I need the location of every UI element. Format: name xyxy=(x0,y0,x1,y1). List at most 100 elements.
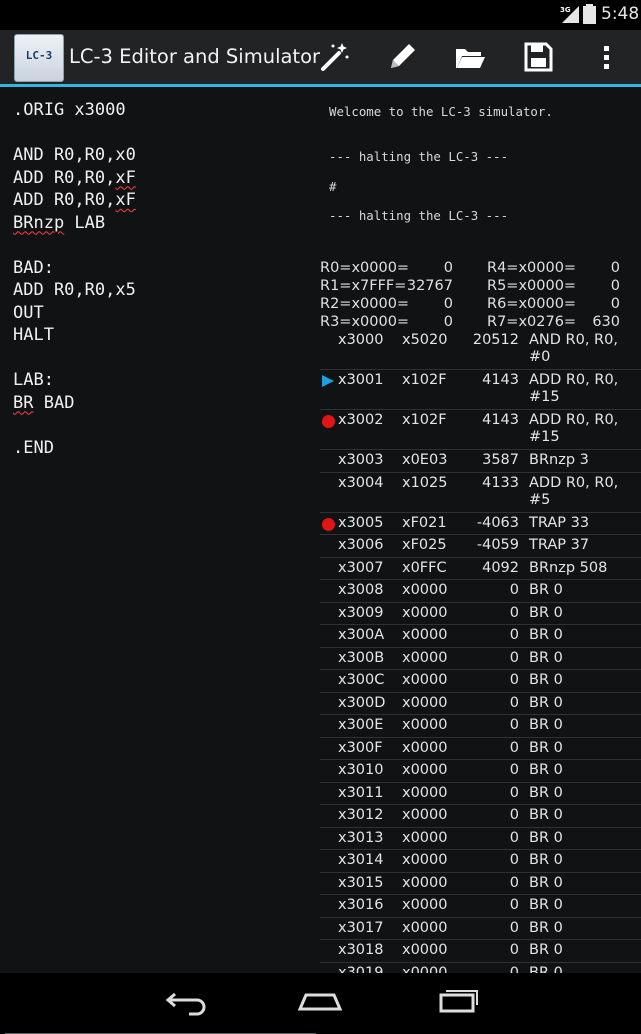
memory-instruction: BR 0 xyxy=(529,852,563,868)
memory-hex-value: x5020 xyxy=(402,332,448,348)
back-icon[interactable] xyxy=(155,983,215,1017)
memory-instruction: ADD R0, R0, #15 xyxy=(529,372,619,405)
folder-open-icon[interactable] xyxy=(453,40,487,74)
memory-instruction: BRnzp 508 xyxy=(529,559,608,576)
memory-address: x3007 xyxy=(338,559,384,576)
memory-instruction: BR 0 xyxy=(529,672,563,688)
memory-row[interactable]: x3000 x5020 20512 AND R0, R0, #0 xyxy=(320,329,641,370)
memory-hex-value: x0000 xyxy=(402,852,448,868)
memory-decimal-value: 0 xyxy=(509,649,519,666)
memory-row[interactable]: x3017 x0000 0 BR 0 xyxy=(320,917,641,940)
memory-row[interactable]: x3008 x0000 0 BR 0 xyxy=(320,579,641,603)
source-code[interactable]: .ORIG x3000 AND R0,R0,x0 ADD R0,R0,xF AD… xyxy=(13,99,136,459)
memory-instruction: TRAP 37 xyxy=(529,537,590,553)
simulator-panel: Welcome to the LC-3 simulator. --- halti… xyxy=(320,87,641,973)
memory-hex-value: x0FFC xyxy=(402,559,447,576)
memory-decimal-value: 4143 xyxy=(482,412,519,428)
home-icon[interactable] xyxy=(290,983,350,1017)
spelling-error: BRnzp xyxy=(13,212,65,233)
overflow-menu-icon[interactable] xyxy=(590,40,624,74)
memory-decimal-value: 4133 xyxy=(482,474,519,491)
memory-row[interactable]: x300D x0000 0 BR 0 xyxy=(320,692,641,715)
memory-decimal-value: 0 xyxy=(509,919,519,936)
memory-row[interactable]: x300F x0000 0 BR 0 xyxy=(320,737,641,760)
clock: 5:48 xyxy=(601,4,640,24)
memory-address: x3000 xyxy=(338,332,384,348)
save-icon[interactable] xyxy=(521,40,555,74)
memory-address: x3016 xyxy=(338,897,384,913)
memory-hex-value: x0000 xyxy=(402,897,448,913)
memory-row[interactable]: x3010 x0000 0 BR 0 xyxy=(320,759,641,783)
memory-row[interactable]: x3001 x102F 4143 ADD R0, R0, #15 xyxy=(320,369,641,410)
memory-row[interactable]: x3011 x0000 0 BR 0 xyxy=(320,782,641,805)
memory-address: x300D xyxy=(338,694,386,711)
memory-address: x300B xyxy=(338,649,385,666)
memory-row[interactable]: x3002 x102F 4143 ADD R0, R0, #15 xyxy=(320,409,641,450)
memory-decimal-value: 0 xyxy=(509,829,519,846)
memory-row[interactable]: x300B x0000 0 BR 0 xyxy=(320,647,641,670)
memory-address: x3018 xyxy=(338,942,384,958)
memory-row[interactable]: x3018 x0000 0 BR 0 xyxy=(320,939,641,963)
console-line: # xyxy=(329,179,337,194)
memory-address: x3014 xyxy=(338,852,384,868)
signal-3g-icon: 3G xyxy=(560,6,579,23)
breakpoint-icon[interactable] xyxy=(322,415,335,428)
memory-decimal-value: -4059 xyxy=(476,537,519,553)
memory-decimal-value: -4063 xyxy=(476,514,519,531)
memory-row[interactable]: x3015 x0000 0 BR 0 xyxy=(320,872,641,895)
memory-address: x300E xyxy=(338,717,384,733)
memory-instruction: BR 0 xyxy=(529,694,563,711)
memory-instruction: ADD R0, R0, #5 xyxy=(529,474,619,508)
memory-hex-value: x0E03 xyxy=(402,452,448,468)
memory-row[interactable]: x3006 xF025 -4059 TRAP 37 xyxy=(320,534,641,558)
memory-instruction: BR 0 xyxy=(529,717,563,733)
memory-row[interactable]: x3007 x0FFC 4092 BRnzp 508 xyxy=(320,557,641,580)
memory-instruction: BR 0 xyxy=(529,942,563,958)
memory-hex-value: x0000 xyxy=(402,694,448,711)
pencil-icon[interactable] xyxy=(385,40,419,74)
memory-address: x3009 xyxy=(338,604,384,621)
spelling-error: xF xyxy=(115,190,136,210)
action-bar: LC-3 LC-3 Editor and Simulator xyxy=(0,30,641,87)
memory-instruction: BR 0 xyxy=(529,807,563,823)
code-editor[interactable]: .ORIG x3000 AND R0,R0,x0 ADD R0,R0,xF AD… xyxy=(0,87,320,1034)
memory-hex-value: x1025 xyxy=(402,474,448,491)
memory-row[interactable]: x300A x0000 0 BR 0 xyxy=(320,624,641,648)
memory-decimal-value: 0 xyxy=(509,762,519,778)
memory-row[interactable]: x300C x0000 0 BR 0 xyxy=(320,669,641,693)
battery-icon xyxy=(583,4,596,24)
memory-decimal-value: 0 xyxy=(509,672,519,688)
magic-wand-icon[interactable] xyxy=(317,40,351,74)
memory-instruction: BR 0 xyxy=(529,762,563,778)
memory-row[interactable]: x3003 x0E03 3587 BRnzp 3 xyxy=(320,449,641,473)
memory-hex-value: x0000 xyxy=(402,829,448,846)
memory-hex-value: x0000 xyxy=(402,739,448,756)
memory-decimal-value: 3587 xyxy=(482,452,519,468)
memory-address: x300A xyxy=(338,627,385,643)
memory-decimal-value: 0 xyxy=(509,627,519,643)
memory-row[interactable]: x3019 x0000 0 BR 0 xyxy=(320,962,641,974)
memory-row[interactable]: x3013 x0000 0 BR 0 xyxy=(320,827,641,850)
memory-row[interactable]: x3005 xF021 -4063 TRAP 33 xyxy=(320,512,641,535)
memory-address: x3010 xyxy=(338,762,384,778)
memory-decimal-value: 0 xyxy=(509,582,519,598)
recents-icon[interactable] xyxy=(428,983,488,1017)
memory-hex-value: x0000 xyxy=(402,582,448,598)
memory-row[interactable]: x3014 x0000 0 BR 0 xyxy=(320,849,641,873)
memory-decimal-value: 20512 xyxy=(472,332,519,348)
memory-hex-value: x0000 xyxy=(402,942,448,958)
memory-decimal-value: 4143 xyxy=(482,372,519,388)
memory-hex-value: x0000 xyxy=(402,717,448,733)
memory-row[interactable]: x3004 x1025 4133 ADD R0, R0, #5 xyxy=(320,472,641,513)
memory-address: x3001 xyxy=(338,372,384,388)
memory-row[interactable]: x300E x0000 0 BR 0 xyxy=(320,714,641,738)
memory-row[interactable]: x3009 x0000 0 BR 0 xyxy=(320,602,641,625)
breakpoint-icon[interactable] xyxy=(322,517,335,531)
memory-hex-value: x0000 xyxy=(402,649,448,666)
memory-instruction: BR 0 xyxy=(529,897,563,913)
memory-hex-value: xF021 xyxy=(402,514,447,531)
memory-address: x3017 xyxy=(338,919,384,936)
memory-row[interactable]: x3012 x0000 0 BR 0 xyxy=(320,804,641,828)
memory-instruction: BR 0 xyxy=(529,604,563,621)
memory-row[interactable]: x3016 x0000 0 BR 0 xyxy=(320,894,641,918)
